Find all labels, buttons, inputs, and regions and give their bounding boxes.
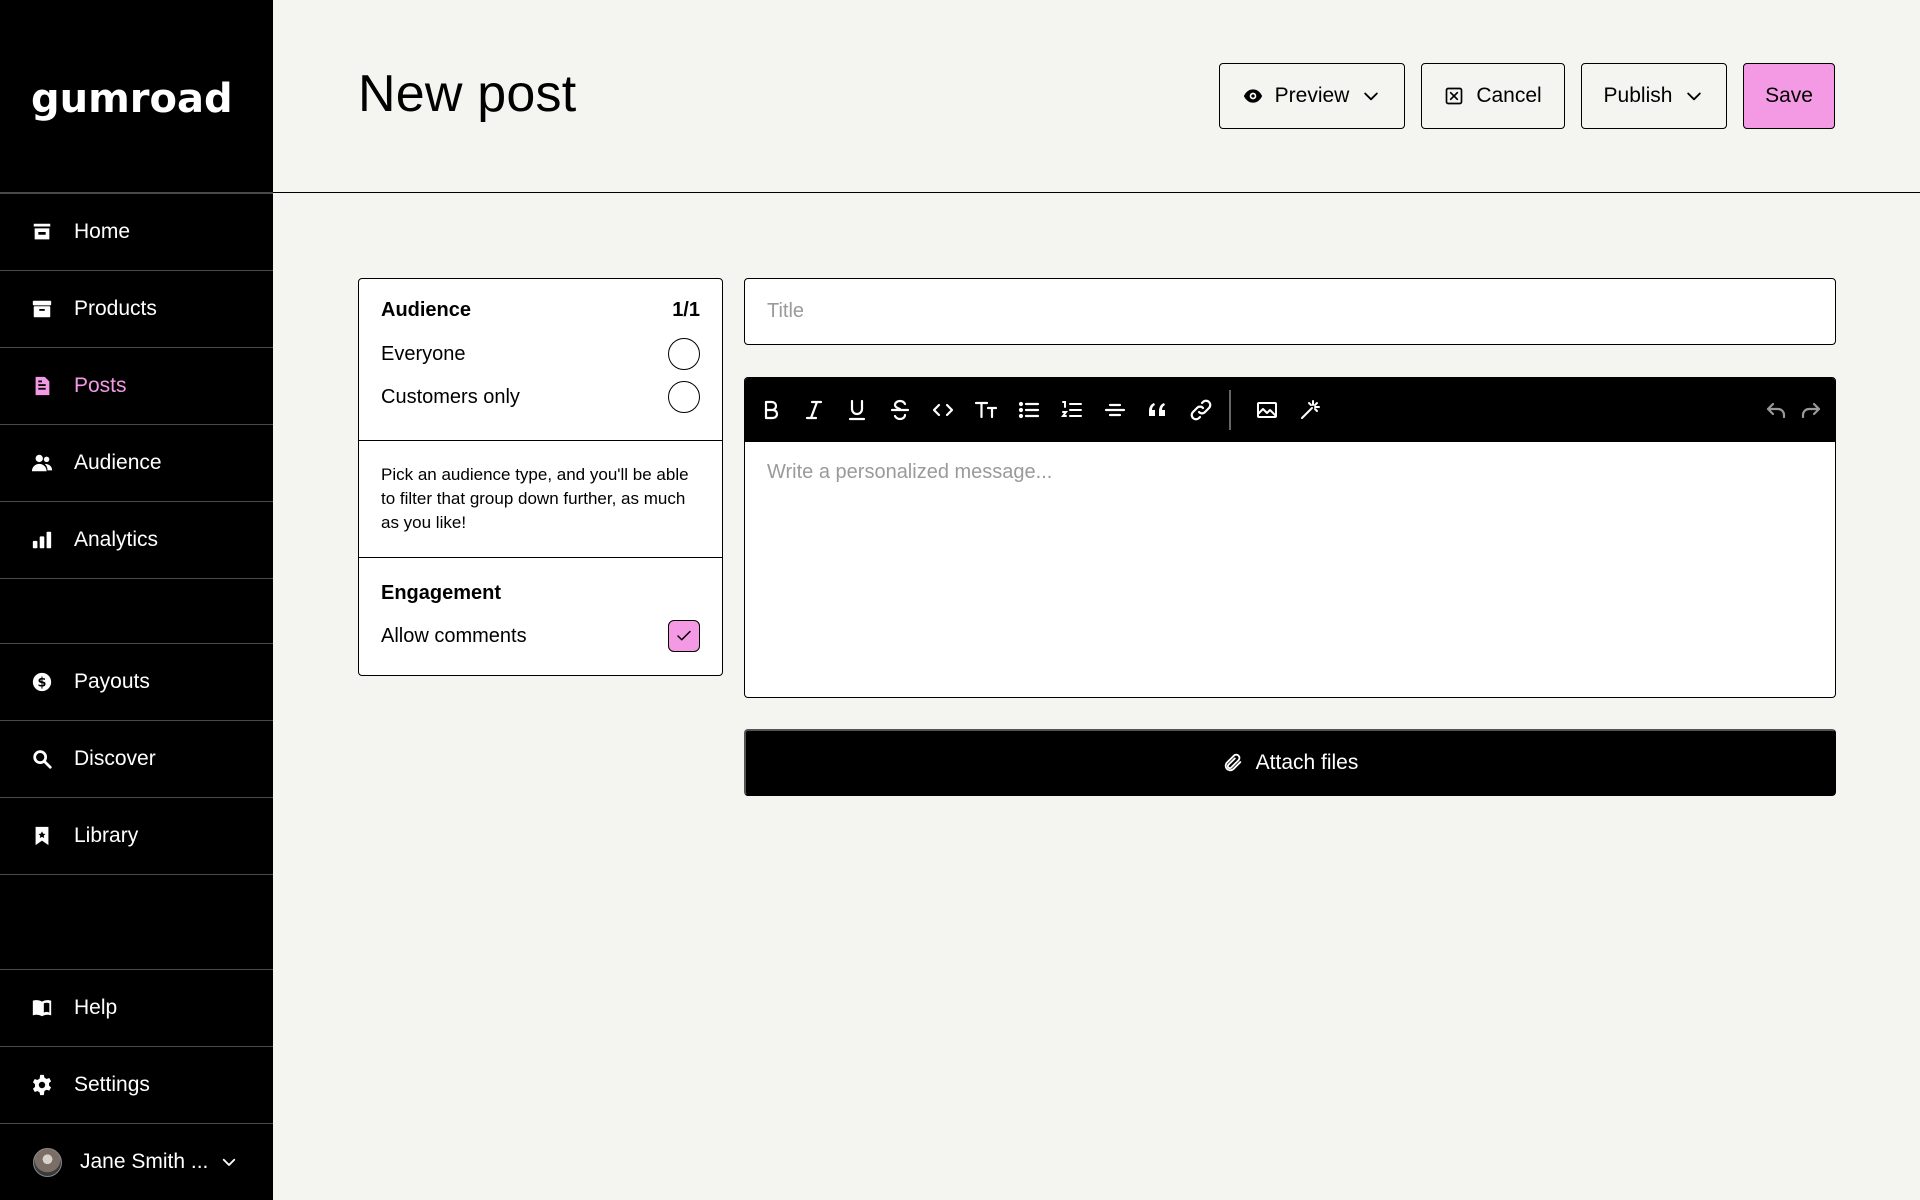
rich-text-editor: Write a personalized message... (744, 377, 1836, 698)
sidebar-item-label: Settings (74, 1073, 150, 1096)
sidebar-item-label: Discover (74, 747, 156, 770)
editor-toolbar (745, 378, 1835, 442)
audience-section: Audience 1/1 Everyone Customers only (359, 279, 722, 441)
sidebar-item-label: Posts (74, 374, 127, 397)
sidebar-item-audience[interactable]: Audience (0, 424, 273, 501)
audience-count: 1/1 (672, 299, 700, 321)
audience-help-section: Pick an audience type, and you'll be abl… (359, 441, 722, 558)
document-icon (31, 375, 53, 397)
redo-icon[interactable] (1797, 396, 1825, 424)
sidebar-item-posts[interactable]: Posts (0, 347, 273, 424)
audience-option-customers[interactable]: Customers only (381, 381, 700, 413)
customers-only-radio[interactable] (668, 381, 700, 413)
preview-button[interactable]: Preview (1219, 63, 1405, 129)
avatar (33, 1147, 62, 1177)
app: gumroad Home Products Posts Audience Ana… (0, 0, 1920, 1200)
title-input[interactable] (744, 278, 1836, 345)
link-icon[interactable] (1187, 396, 1215, 424)
sidebar-divider (0, 578, 273, 579)
sidebar-item-products[interactable]: Products (0, 270, 273, 347)
sidebar-divider (0, 874, 273, 875)
gumroad-logo[interactable]: gumroad (31, 72, 243, 122)
paperclip-icon (1224, 753, 1241, 771)
svg-text:gumroad: gumroad (31, 76, 233, 122)
store-icon (31, 221, 53, 243)
chevron-down-icon (223, 1158, 236, 1166)
save-label: Save (1765, 84, 1813, 107)
sidebar-item-analytics[interactable]: Analytics (0, 501, 273, 578)
sidebar-item-discover[interactable]: Discover (0, 720, 273, 797)
sidebar-item-label: Help (74, 996, 118, 1019)
audience-heading: Audience (381, 299, 472, 321)
gumroad-logo-icon: gumroad (31, 76, 233, 122)
audience-panel: Audience 1/1 Everyone Customers only Pic… (358, 278, 723, 676)
people-icon (31, 452, 53, 474)
text-size-icon[interactable] (972, 396, 1000, 424)
book-icon (31, 997, 53, 1019)
image-icon[interactable] (1253, 396, 1281, 424)
allow-comments-row[interactable]: Allow comments (381, 620, 700, 652)
bar-chart-icon (31, 529, 53, 551)
checkmark-icon (677, 630, 691, 641)
sidebar-item-payouts[interactable]: $ Payouts (0, 643, 273, 720)
save-button[interactable]: Save (1743, 63, 1835, 129)
message-body-input[interactable]: Write a personalized message... (767, 461, 1813, 484)
bold-icon[interactable] (757, 396, 785, 424)
publish-label: Publish (1603, 84, 1673, 107)
sidebar-item-label: Analytics (74, 528, 159, 551)
close-box-icon (1445, 87, 1463, 105)
sidebar-item-label: Products (74, 297, 157, 320)
cancel-label: Cancel (1476, 84, 1542, 107)
quote-icon[interactable] (1144, 396, 1172, 424)
italic-icon[interactable] (800, 396, 828, 424)
attach-files-button[interactable]: Attach files (744, 729, 1836, 796)
magic-icon[interactable] (1296, 396, 1324, 424)
toolbar-divider (1229, 390, 1231, 430)
attach-files-label: Attach files (1255, 750, 1359, 774)
cancel-button[interactable]: Cancel (1421, 63, 1565, 129)
page-header: New post Preview Cancel Publish Save (273, 0, 1920, 193)
allow-comments-checkbox[interactable] (668, 620, 700, 652)
svg-text:$: $ (38, 676, 47, 691)
sidebar-item-library[interactable]: Library (0, 797, 273, 874)
sidebar: gumroad Home Products Posts Audience Ana… (0, 0, 273, 1200)
sidebar-item-label: Payouts (74, 670, 150, 693)
bookmark-icon (31, 825, 53, 847)
sidebar-item-home[interactable]: Home (0, 193, 273, 270)
search-icon (31, 748, 53, 770)
audience-help-text: Pick an audience type, and you'll be abl… (381, 465, 689, 532)
sidebar-item-settings[interactable]: Settings (0, 1046, 273, 1123)
undo-icon[interactable] (1762, 396, 1790, 424)
user-menu[interactable]: Jane Smith ... (0, 1123, 273, 1200)
horizontal-rule-icon[interactable] (1101, 396, 1129, 424)
option-label: Customers only (381, 385, 520, 408)
audience-header: Audience 1/1 (381, 299, 700, 322)
option-label: Everyone (381, 342, 466, 365)
audience-option-everyone[interactable]: Everyone (381, 338, 700, 370)
everyone-radio[interactable] (668, 338, 700, 370)
bullet-list-icon[interactable] (1015, 396, 1043, 424)
sidebar-item-help[interactable]: Help (0, 969, 273, 1046)
engagement-header: Engagement (381, 582, 700, 605)
code-icon[interactable] (929, 396, 957, 424)
engagement-heading: Engagement (381, 582, 502, 604)
underline-icon[interactable] (843, 396, 871, 424)
strikethrough-icon[interactable] (886, 396, 914, 424)
numbered-list-icon[interactable] (1058, 396, 1086, 424)
gear-icon (31, 1074, 53, 1096)
preview-label: Preview (1274, 84, 1350, 107)
dollar-circle-icon: $ (31, 671, 53, 693)
sidebar-item-label: Audience (74, 451, 162, 474)
archive-icon (31, 298, 53, 320)
user-name: Jane Smith ... (80, 1150, 209, 1173)
chevron-down-icon (1364, 92, 1379, 101)
allow-comments-label: Allow comments (381, 624, 527, 647)
sidebar-item-label: Library (74, 824, 139, 847)
publish-button[interactable]: Publish (1581, 63, 1727, 129)
page-title: New post (358, 65, 577, 123)
eye-icon (1243, 89, 1262, 103)
sidebar-item-label: Home (74, 220, 131, 243)
chevron-down-icon (1687, 92, 1702, 101)
engagement-section: Engagement Allow comments (359, 558, 722, 675)
